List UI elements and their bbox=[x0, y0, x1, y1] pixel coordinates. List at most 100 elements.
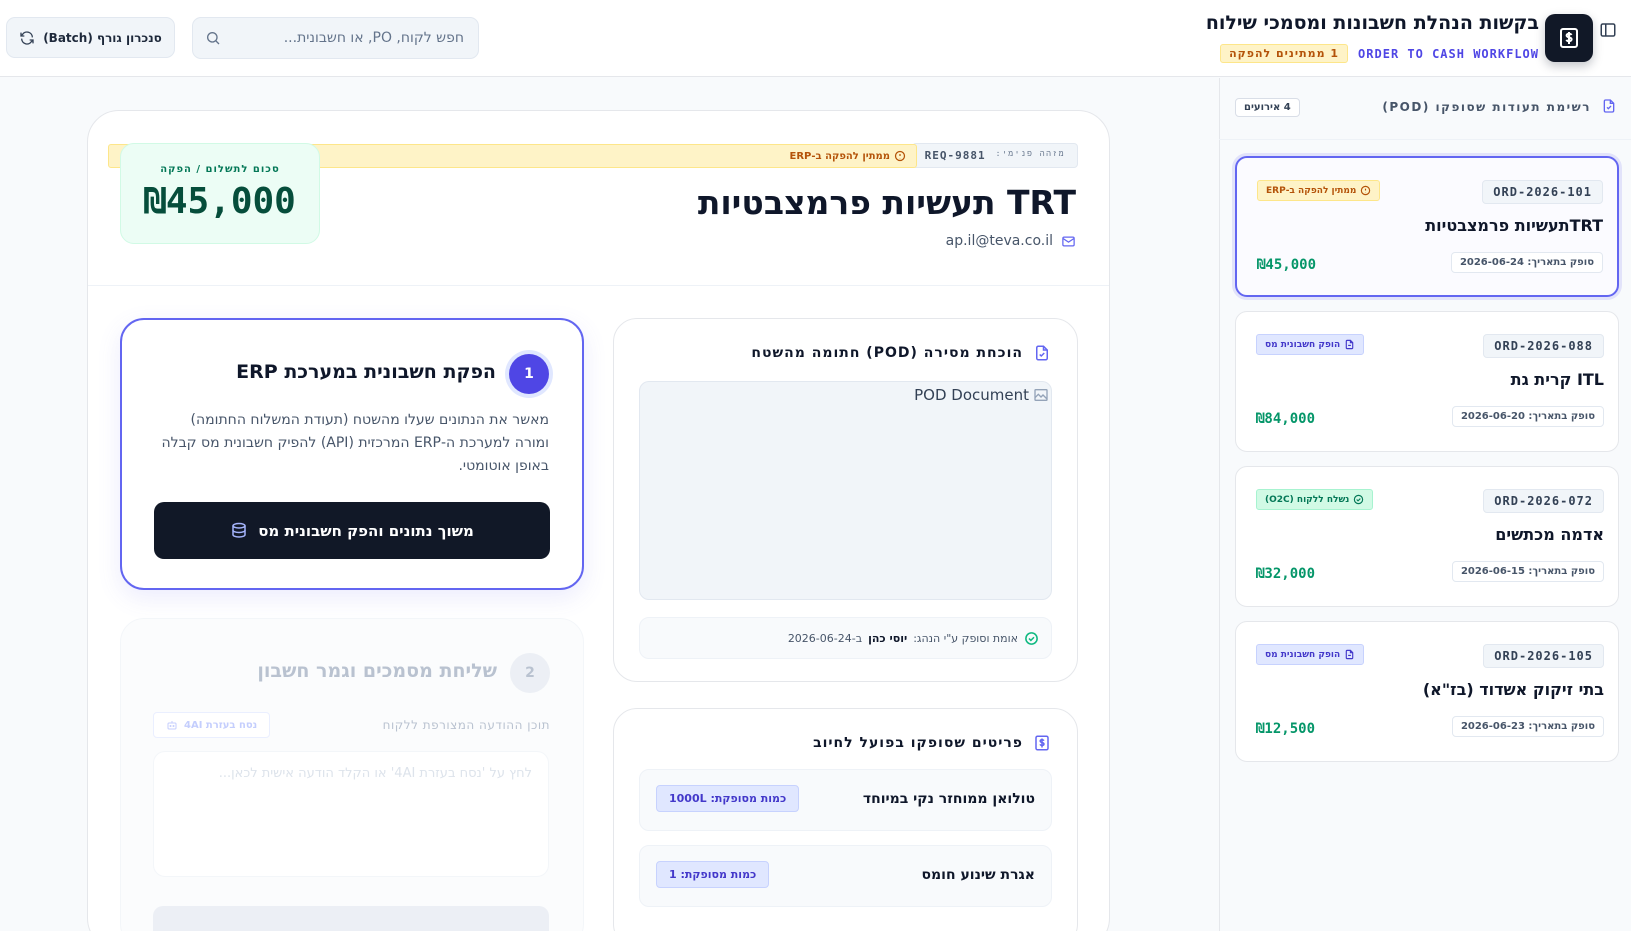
order-id: ORD-2026-088 bbox=[1483, 334, 1604, 358]
document-check-icon bbox=[1601, 98, 1617, 114]
status-label: הופק חשבונית מס bbox=[1265, 649, 1341, 660]
driver-name: יוסי כהן bbox=[868, 631, 908, 645]
bot-icon bbox=[166, 719, 178, 731]
order-detail-panel: מזהה פנימי: REQ-9881 ממתין להפקה ב-ERP T… bbox=[87, 110, 1110, 931]
document-check-icon bbox=[1033, 344, 1051, 362]
items-card-title: פריטים שסופקו בפועל לחיוב bbox=[813, 734, 1051, 752]
order-amount: ₪32,000 bbox=[1256, 566, 1316, 582]
order-id: ORD-2026-072 bbox=[1483, 489, 1604, 513]
pod-image-alt: POD Document bbox=[914, 386, 1049, 404]
search-box[interactable] bbox=[192, 17, 479, 59]
send-documents-button[interactable] bbox=[153, 906, 549, 931]
item-name: טולואן ממוחזר נקי במיוחד bbox=[862, 791, 1035, 807]
item-quantity-badge: כמות מסופקת: 1000L bbox=[656, 785, 800, 812]
order-id: ORD-2026-101 bbox=[1482, 180, 1603, 204]
amount-card: סכום לתשלום / הפקה ₪45,000 bbox=[120, 143, 320, 244]
order-card[interactable]: ORD-2026-088 ITL קרית גת סופק בתאריך: 20… bbox=[1235, 311, 1619, 452]
database-icon bbox=[230, 522, 248, 540]
request-id-label: מזהה פנימי: bbox=[995, 149, 1065, 158]
step-title: שליחת מסמכים וגמר חשבון bbox=[257, 660, 497, 682]
status-label: נשלח ללקוח (O2C) bbox=[1265, 494, 1350, 505]
email-text: ap.il@teva.co.il bbox=[945, 233, 1053, 249]
order-amount: ₪45,000 bbox=[1257, 257, 1317, 273]
status-badge: נשלח ללקוח (O2C) bbox=[1256, 489, 1374, 510]
amount-label: סכום לתשלום / הפקה bbox=[160, 164, 280, 175]
pod-image-alt-text: POD Document bbox=[914, 386, 1029, 404]
page-title: בקשות הנהלת חשבונות ומסמכי שילוח bbox=[1205, 12, 1539, 34]
pod-signature-row: אומת וסופק ע"י הנהג: יוסי כהן ב-2026-06-… bbox=[639, 617, 1052, 659]
sidebar-title: רשימת תעודות שסופקו (POD) bbox=[1382, 100, 1591, 114]
pod-document-image[interactable]: POD Document bbox=[639, 381, 1052, 600]
customer-name: TRT תעשיות פרמצבטיות bbox=[697, 183, 1076, 222]
status-badge: הופק חשבונית מס bbox=[1256, 644, 1365, 665]
pod-card-title: הוכחת מסירה (POD) חתומה מהשטח bbox=[751, 344, 1051, 362]
status-label: ממתין להפקה ב-ERP bbox=[789, 150, 891, 162]
pod-sidebar: רשימת תעודות שסופקו (POD) 4 אירועים ORD-… bbox=[1219, 78, 1631, 931]
order-delivery-date: סופק בתאריך: 2026-06-24 bbox=[1450, 252, 1603, 273]
search-icon bbox=[205, 30, 221, 46]
list-item: אגרת שינוע חומס כמות מסופקת: 1 bbox=[639, 845, 1052, 907]
order-delivery-date: סופק בתאריך: 2026-06-23 bbox=[1451, 716, 1604, 737]
batch-sync-label: סנכרון גורף (Batch) bbox=[43, 30, 162, 45]
events-count-badge: 4 אירועים bbox=[1235, 98, 1300, 117]
brand-subtitle: ORDER TO CASH WORKFLOW 1 ממתינים להפקה bbox=[1220, 44, 1539, 63]
order-amount: ₪12,500 bbox=[1256, 721, 1316, 737]
sidebar-header: רשימת תעודות שסופקו (POD) 4 אירועים bbox=[1219, 78, 1631, 140]
batch-sync-button[interactable]: סנכרון גורף (Batch) bbox=[6, 17, 175, 58]
top-header: בקשות הנהלת חשבונות ומסמכי שילוח ORDER T… bbox=[0, 0, 1631, 77]
alert-circle-icon bbox=[1360, 185, 1371, 196]
pod-card: הוכחת מסירה (POD) חתומה מהשטח POD Docume… bbox=[613, 318, 1078, 682]
status-badge: ממתין להפקה ב-ERP bbox=[1257, 180, 1381, 201]
signed-date: ב-2026-06-24 bbox=[787, 631, 863, 645]
step-erp-invoice: 1 הפקת חשבונית במערכת ERP מאשר את הנתוני… bbox=[120, 318, 584, 590]
signed-label: אומת וסופק ע"י הנהג: bbox=[913, 631, 1018, 645]
sidebar-toggle-icon[interactable] bbox=[1595, 17, 1621, 43]
workflow-label: ORDER TO CASH WORKFLOW bbox=[1358, 46, 1539, 61]
app-logo bbox=[1545, 14, 1593, 62]
refresh-icon bbox=[19, 30, 35, 46]
generate-invoice-label: משוך נתונים והפק חשבונית מס bbox=[258, 521, 474, 540]
step-description: מאשר את הנתונים שעלו מהשטח (תעודת המשלוח… bbox=[161, 412, 549, 474]
check-circle-icon bbox=[1353, 494, 1364, 505]
pod-title-text: הוכחת מסירה (POD) חתומה מהשטח bbox=[751, 345, 1023, 361]
order-delivery-date: סופק בתאריך: 2026-06-20 bbox=[1451, 406, 1604, 427]
customer-email: ap.il@teva.co.il bbox=[946, 233, 1076, 249]
amount-value: ₪45,000 bbox=[144, 181, 296, 222]
ai-compose-label: נסח בעזרת 4AI bbox=[184, 719, 258, 731]
step-title: הפקת חשבונית במערכת ERP bbox=[236, 361, 496, 383]
list-item: טולואן ממוחזר נקי במיוחד כמות מסופקת: 10… bbox=[639, 769, 1052, 831]
mail-icon bbox=[1061, 234, 1076, 249]
pending-count-badge: 1 ממתינים להפקה bbox=[1220, 44, 1349, 63]
check-circle-icon bbox=[1024, 631, 1039, 646]
detail-header: מזהה פנימי: REQ-9881 ממתין להפקה ב-ERP T… bbox=[88, 111, 1109, 286]
broken-image-icon bbox=[1033, 387, 1049, 403]
step-number: 2 bbox=[510, 653, 550, 693]
request-id: REQ-9881 bbox=[924, 149, 986, 162]
message-label: תוכן ההודעה המצורפת ללקוח bbox=[382, 718, 550, 732]
search-input[interactable] bbox=[229, 30, 464, 46]
request-id-tag: מזהה פנימי: REQ-9881 bbox=[911, 143, 1078, 168]
item-quantity-badge: כמות מסופקת: 1 bbox=[656, 861, 770, 888]
order-amount: ₪84,000 bbox=[1256, 411, 1316, 427]
ai-compose-button[interactable]: נסח בעזרת 4AI bbox=[153, 712, 271, 738]
generate-invoice-button[interactable]: משוך נתונים והפק חשבונית מס bbox=[154, 502, 550, 559]
step-number: 1 bbox=[509, 354, 549, 394]
alert-circle-icon bbox=[894, 150, 906, 162]
message-textarea[interactable] bbox=[153, 751, 549, 877]
order-card[interactable]: ORD-2026-072 אדמה מכתשים סופק בתאריך: 20… bbox=[1235, 466, 1619, 607]
status-label: הופק חשבונית מס bbox=[1265, 339, 1341, 350]
status-label: ממתין להפקה ב-ERP bbox=[1266, 185, 1357, 196]
step-send-documents: 2 שליחת מסמכים וגמר חשבון תוכן ההודעה המ… bbox=[120, 618, 584, 931]
item-name: אגרת שינוע חומס bbox=[921, 867, 1035, 883]
dollar-document-icon bbox=[1033, 734, 1051, 752]
order-customer-name: בתי זיקוק אשדוד (בז"א) bbox=[1422, 680, 1604, 699]
billed-items-card: פריטים שסופקו בפועל לחיוב טולואן ממוחזר … bbox=[613, 708, 1078, 931]
invoice-icon bbox=[1344, 649, 1355, 660]
order-customer-name: ITL קרית גת bbox=[1510, 370, 1604, 389]
order-customer-name: TRTתעשיות פרמצבטיות bbox=[1425, 216, 1603, 235]
invoice-icon bbox=[1344, 339, 1355, 350]
order-card[interactable]: ORD-2026-105 בתי זיקוק אשדוד (בז"א) סופק… bbox=[1235, 621, 1619, 762]
items-title-text: פריטים שסופקו בפועל לחיוב bbox=[813, 735, 1023, 751]
order-card[interactable]: ORD-2026-101 TRTתעשיות פרמצבטיות סופק בת… bbox=[1235, 156, 1619, 297]
order-id: ORD-2026-105 bbox=[1483, 644, 1604, 668]
